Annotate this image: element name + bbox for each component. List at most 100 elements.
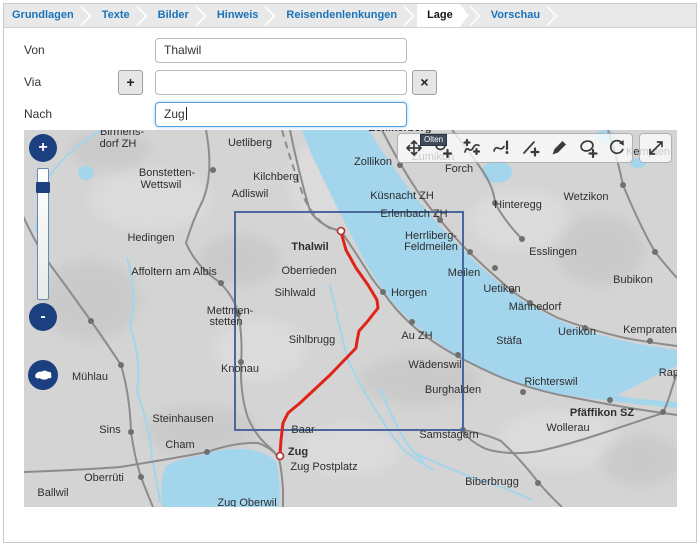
remove-via-button[interactable]: × (412, 70, 437, 95)
map-label: Richterswil (524, 376, 577, 388)
map-label: Uerikon (558, 326, 596, 338)
fullscreen-button[interactable] (641, 135, 670, 161)
station-dot (492, 265, 498, 271)
map-label: dorf ZH (100, 138, 137, 150)
station-dot (204, 449, 210, 455)
station-dot (409, 319, 415, 325)
station-dot (652, 249, 658, 255)
station-dot (467, 249, 473, 255)
via-label: Via (24, 70, 41, 95)
map-label: Au ZH (401, 330, 432, 342)
draw-route-button[interactable] (457, 135, 486, 161)
zoom-out-button[interactable]: - (29, 303, 57, 331)
map-label: Knonau (221, 363, 259, 375)
tab-grundlagen[interactable]: Grundlagen (4, 4, 80, 27)
station-dot (520, 389, 526, 395)
breadcrumb-separator-icon (546, 4, 560, 27)
map-label: Rapperswil (659, 367, 677, 379)
plus-mark (464, 140, 469, 145)
map-canvas[interactable]: Birmens-dorf ZHUetlibergZollikerbergZoll… (24, 130, 677, 507)
von-input[interactable]: Thalwil (155, 38, 407, 63)
station-dot (128, 429, 134, 435)
nach-value: Zug (164, 107, 185, 121)
zoom-in-button[interactable]: + (29, 134, 57, 162)
pan-stroke (407, 141, 421, 155)
map-label: Cham (165, 439, 194, 451)
text-caret (186, 107, 187, 120)
station-dot (647, 338, 653, 344)
station-dot (138, 474, 144, 480)
tooltip: Olten (420, 134, 447, 146)
map-label: Sins (99, 424, 121, 436)
map-label: Wetzikon (563, 191, 608, 203)
route-alert-stroke (494, 147, 504, 152)
plus-mark (531, 149, 538, 156)
breadcrumb: GrundlagenTexteBilderHinweisReisendenlen… (4, 4, 696, 28)
fullscreen-stroke (650, 142, 662, 154)
map-label: Burghalden (425, 384, 481, 396)
map-label: Esslingen (529, 246, 577, 258)
draw-line-button[interactable] (515, 135, 544, 161)
route-endpoint-marker (338, 228, 345, 235)
draw-line-icon (520, 138, 540, 158)
map-label: Pfäffikon SZ (570, 407, 634, 419)
map-label: Uetikon (483, 283, 520, 295)
tab-reisendenlenkungen[interactable]: Reisendenlenkungen (278, 4, 403, 27)
breadcrumb-separator-icon (264, 4, 278, 27)
route-alert-icon (491, 138, 511, 158)
map-label: Oberrieden (281, 265, 336, 277)
station-dot (455, 352, 461, 358)
plus-mark (474, 149, 479, 154)
station-dot (380, 289, 386, 295)
route-alert-button[interactable] (486, 135, 515, 161)
map-label: Kilchberg (253, 171, 299, 183)
map-label: Samstagern (419, 429, 478, 441)
pond (78, 166, 94, 180)
station-dot (519, 236, 525, 242)
station-dot (118, 362, 124, 368)
station-dot (660, 409, 666, 415)
breadcrumb-separator-icon (195, 4, 209, 27)
map-label: Feldmeilen (404, 241, 458, 253)
exclamation-dot (505, 151, 508, 154)
draw-ellipse-button[interactable] (573, 135, 602, 161)
station-dot (88, 318, 94, 324)
zoom-slider-handle[interactable] (36, 182, 50, 193)
station-dot (218, 280, 224, 286)
map-label: Zug (288, 446, 308, 458)
von-label: Von (24, 38, 45, 63)
map-label: Meilen (448, 267, 480, 279)
map-label: Sihlbrugg (289, 334, 335, 346)
add-via-button[interactable]: + (118, 70, 143, 95)
station-dot (607, 397, 613, 403)
refresh-icon (607, 138, 627, 158)
map-label: Bonstetten- (139, 167, 196, 179)
map-label: stetten (209, 316, 242, 328)
map-label: Bubikon (613, 274, 653, 286)
refresh-button[interactable] (602, 135, 631, 161)
map-label: Affoltern am Albis (131, 266, 217, 278)
map-svg[interactable]: Birmens-dorf ZHUetlibergZollikerbergZoll… (24, 130, 677, 507)
von-value: Thalwil (164, 43, 201, 57)
map-label: Hedingen (127, 232, 174, 244)
station-dot (535, 480, 541, 486)
map-label: Horgen (391, 287, 427, 299)
map-label: Zollikon (354, 156, 392, 168)
draw-route-icon (462, 138, 482, 158)
edit-button[interactable] (544, 135, 573, 161)
map-label: Wettswil (141, 179, 182, 191)
station-dot (210, 167, 216, 173)
map-label: Erlenbach ZH (380, 208, 447, 220)
map-label: Baar (291, 424, 315, 436)
pond (482, 161, 512, 183)
tab-vorschau[interactable]: Vorschau (483, 4, 546, 27)
zoom-to-switzerland-button[interactable] (28, 360, 58, 390)
map-label: Kempraten (623, 324, 677, 336)
view-tool-group (639, 133, 672, 163)
map-label: Adliswil (232, 188, 269, 200)
map-label: Steinhausen (152, 413, 213, 425)
via-input[interactable] (155, 70, 407, 95)
map-label: Zug Oberwil (217, 497, 276, 507)
map-label: Ballwil (37, 487, 68, 499)
nach-input[interactable]: Zug (155, 102, 407, 127)
